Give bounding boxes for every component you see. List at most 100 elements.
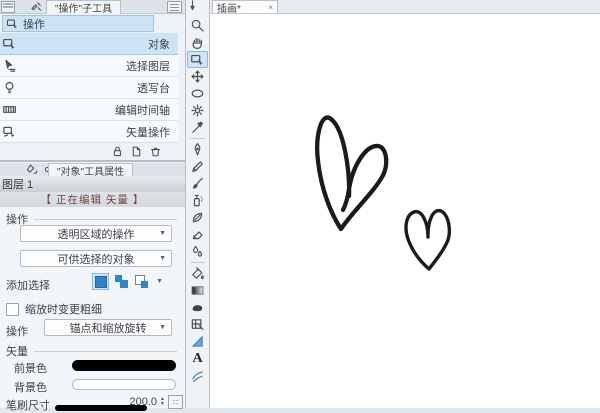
tool-auto-select-tool[interactable]	[187, 102, 208, 119]
trash-icon[interactable]	[149, 145, 162, 158]
property-body: 操作 透明区域的操作 ▼ 可供选择的对象 ▼ 添加选择 ▼ 缩放时变更粗细 操作…	[0, 207, 185, 412]
tool-layer-move-tool[interactable]	[187, 68, 208, 85]
subtool-item-object[interactable]: 对象	[0, 33, 178, 55]
subtool-item-vector-operation[interactable]: 矢量操作	[0, 121, 178, 143]
ellipse-select-icon	[190, 86, 205, 101]
dropdown-selectable-objects[interactable]: 可供选择的对象 ▼	[20, 250, 172, 267]
tool-eraser-tool[interactable]	[187, 226, 208, 243]
eyedropper-icon	[190, 120, 205, 135]
tool-operation-tool[interactable]	[187, 51, 208, 68]
subtool-item-edit-timeline[interactable]: 编辑时间轴	[0, 99, 178, 121]
panel-menu-button[interactable]	[167, 1, 182, 13]
tool-material-tool[interactable]	[187, 367, 208, 384]
tool-zoom-tool[interactable]	[187, 17, 208, 34]
toolbar-divider	[190, 138, 205, 139]
brush-size-slider[interactable]	[55, 405, 147, 411]
subtool-group-tab[interactable]: 操作	[2, 15, 154, 32]
property-header: 图层 1	[0, 176, 185, 192]
tab-subtool-label: "操作"子工具	[55, 4, 113, 15]
select-add-mode-button[interactable]	[114, 274, 129, 289]
tool-pencil-tool[interactable]	[187, 158, 208, 175]
subtool-item-label: 矢量操作	[126, 126, 170, 139]
dropdown-anchor-scale-rotate[interactable]: 锚点和缩放旋转 ▼	[44, 319, 172, 336]
foreground-label: 前景色	[14, 363, 47, 375]
tool-text-tool[interactable]: A	[187, 350, 208, 367]
material-icon	[190, 368, 205, 383]
magic-wand-icon	[190, 103, 205, 118]
vector-icon	[2, 124, 17, 139]
subtool-item-label: 选择图层	[126, 60, 170, 73]
timeline-icon	[2, 102, 17, 117]
tool-property-tabbar: "对象"工具属性	[0, 163, 185, 178]
airbrush-icon	[190, 193, 205, 208]
text-icon: A	[192, 350, 203, 366]
subtool-item-light-table[interactable]: 透写台	[0, 77, 178, 99]
tab-subtool[interactable]: "操作"子工具	[46, 0, 122, 15]
subtool-panel-tabbar: "操作"子工具	[0, 0, 185, 15]
checkbox-icon	[6, 302, 19, 316]
ink-pen-icon	[26, 163, 39, 176]
tab-tool-property[interactable]: "对象"工具属性	[48, 163, 134, 178]
editing-status: 【 正在编辑 矢量 】	[0, 192, 185, 207]
tool-frame-border-tool[interactable]	[187, 316, 208, 333]
layer-name: 图层 1	[2, 179, 34, 191]
select-layer-icon	[2, 58, 17, 73]
checkbox-label: 缩放时变更粗细	[25, 304, 102, 316]
tool-brush-tool[interactable]	[187, 175, 208, 192]
tool-airbrush-tool[interactable]	[187, 192, 208, 209]
brush-size-options-button[interactable]: ∷	[168, 395, 183, 409]
tool-selection-tool[interactable]	[187, 85, 208, 102]
subtool-footer	[0, 143, 178, 160]
tool-ruler-tool[interactable]	[187, 333, 208, 350]
scale-thickness-checkbox[interactable]: 缩放时变更粗细	[6, 301, 102, 317]
dropdown-transparent-area[interactable]: 透明区域的操作 ▼	[20, 225, 172, 242]
select-new-mode-button[interactable]	[92, 273, 109, 290]
main-toolbar: A	[185, 0, 210, 408]
panel-divider	[0, 160, 185, 162]
canvas-tabbar: 插画* ×	[210, 0, 600, 15]
add-selection-label: 添加选择	[6, 280, 50, 292]
background-label: 背景色	[14, 382, 47, 394]
tool-eyedropper-tool[interactable]	[187, 119, 208, 136]
tool-fill-tool[interactable]	[187, 265, 208, 282]
tool-gradient-tool[interactable]	[187, 282, 208, 299]
tool-blend-tool[interactable]	[187, 243, 208, 260]
object-icon	[6, 17, 19, 30]
heart-drawing	[315, 115, 451, 271]
decoration-icon	[190, 210, 205, 225]
gradient-icon	[190, 283, 205, 298]
canvas[interactable]	[210, 0, 600, 408]
lock-icon[interactable]	[111, 145, 124, 158]
dropdown-label: 锚点和缩放旋转	[69, 322, 147, 335]
select-subtract-mode-button[interactable]	[134, 274, 149, 289]
chevron-down-icon: ▼	[159, 324, 166, 331]
canvas-tab-label: 插画*	[217, 3, 241, 15]
subtool-group-label: 操作	[23, 18, 45, 31]
brush-size-stepper[interactable]: ▲ ▼	[158, 395, 167, 408]
panel-window-icon[interactable]	[1, 1, 15, 13]
object-icon	[190, 52, 205, 67]
tool-hand-tool[interactable]	[187, 34, 208, 51]
brush-size-label: 笔刷尺寸	[6, 400, 50, 412]
tool-decoration-tool[interactable]	[187, 209, 208, 226]
background-color-swatch[interactable]	[72, 379, 176, 390]
new-page-icon[interactable]	[130, 145, 143, 158]
tool-pen-tool[interactable]	[187, 141, 208, 158]
foreground-color-swatch[interactable]	[72, 360, 176, 371]
light-table-icon	[2, 80, 17, 95]
eraser-icon	[190, 227, 205, 242]
add-selection-modes: ▼	[92, 273, 163, 290]
subtool-item-label: 透写台	[137, 82, 170, 95]
hand-icon	[190, 35, 205, 50]
ruler-icon	[190, 334, 205, 349]
close-icon[interactable]: ×	[268, 3, 273, 12]
canvas-tab[interactable]: 插画* ×	[212, 0, 278, 15]
object-icon	[2, 36, 17, 51]
pen-icon	[190, 142, 205, 157]
tools-pair-icon	[27, 0, 45, 12]
tool-figure-tool[interactable]	[187, 299, 208, 316]
chevron-down-icon[interactable]: ▼	[156, 278, 163, 285]
figure-icon	[190, 300, 205, 315]
chevron-down-icon: ▼	[159, 230, 166, 237]
subtool-item-select-layer[interactable]: 选择图层	[0, 55, 178, 77]
